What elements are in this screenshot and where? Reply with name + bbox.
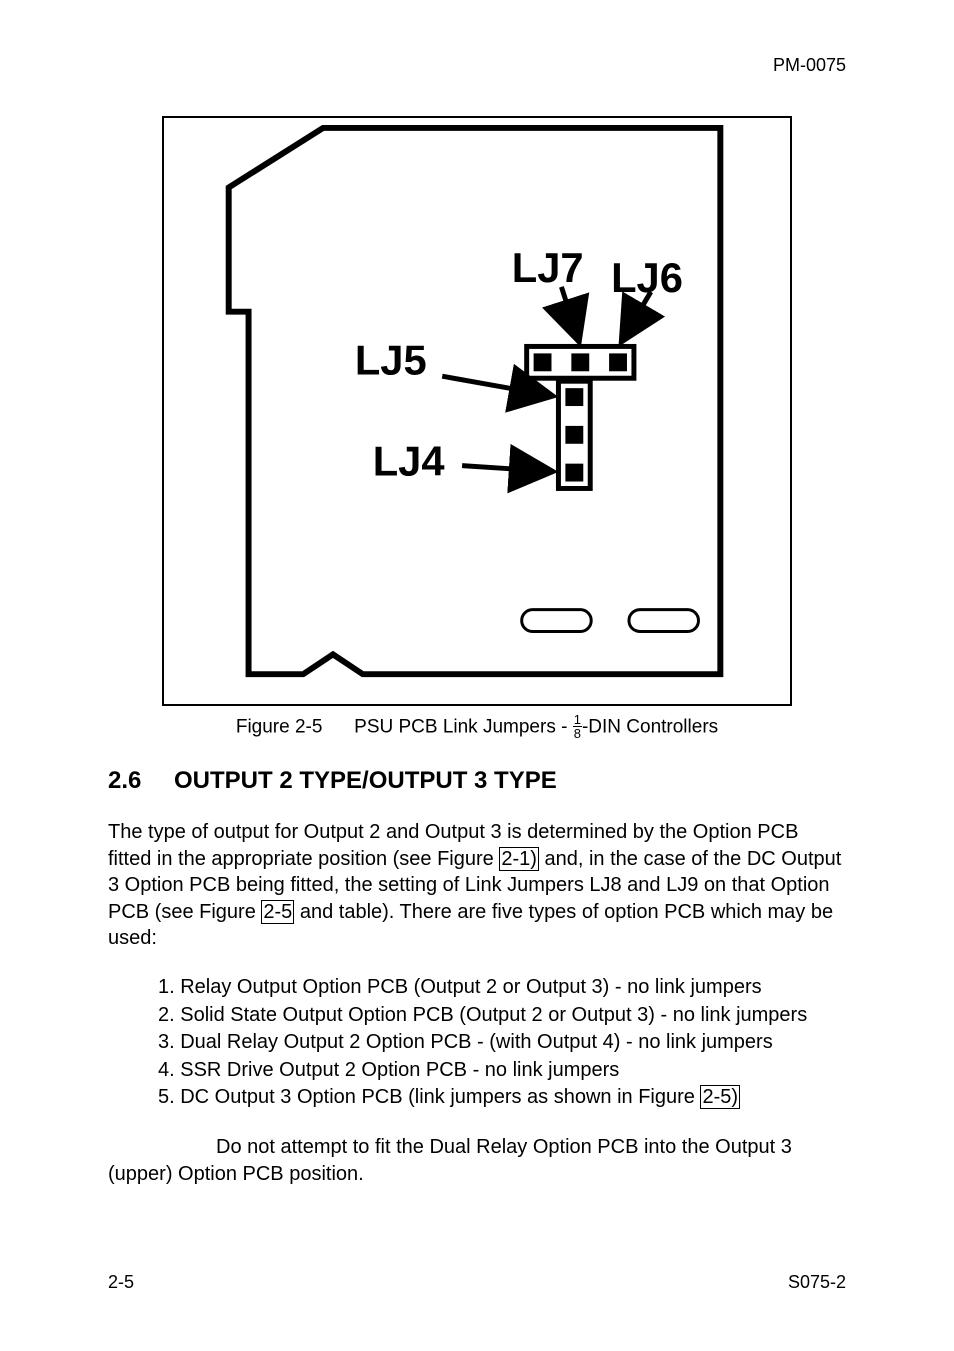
page-footer: 2-5 S075-2 [108, 1272, 846, 1293]
svg-text:LJ6: LJ6 [611, 254, 683, 301]
footer-left: 2-5 [108, 1272, 134, 1293]
figure-ref-2-5[interactable]: 2-5 [261, 900, 294, 924]
figure-number: Figure 2-5 [236, 717, 323, 738]
list-item: 2. Solid State Output Option PCB (Output… [158, 1002, 846, 1030]
list-item: 3. Dual Relay Output 2 Option PCB - (wit… [158, 1029, 846, 1057]
figure-ref-2-1[interactable]: 2-1) [499, 847, 539, 871]
section-title: OUTPUT 2 TYPE/OUTPUT 3 TYPE [174, 767, 557, 794]
figure-caption: Figure 2-5 PSU PCB Link Jumpers - 18-DIN… [108, 714, 846, 741]
section-number: 2.6 [108, 767, 174, 795]
list-item: 1. Relay Output Option PCB (Output 2 or … [158, 974, 846, 1002]
figure-caption-text-a: PSU PCB Link Jumpers - [354, 717, 573, 738]
figure-2-5: LJ7 LJ6 LJ5 LJ4 [162, 116, 792, 706]
svg-text:LJ4: LJ4 [373, 438, 445, 485]
svg-text:LJ7: LJ7 [512, 244, 584, 291]
list-item: 4. SSR Drive Output 2 Option PCB - no li… [158, 1057, 846, 1085]
section-heading: 2.6OUTPUT 2 TYPE/OUTPUT 3 TYPE [108, 767, 846, 795]
svg-text:LJ5: LJ5 [355, 336, 427, 383]
option-list: 1. Relay Output Option PCB (Output 2 or … [158, 974, 846, 1112]
footer-right: S075-2 [788, 1272, 846, 1293]
figure-caption-text-b: -DIN Controllers [582, 717, 718, 738]
note-paragraph: Do not attempt to fit the Dual Relay Opt… [108, 1134, 846, 1187]
list-item: 5. DC Output 3 Option PCB (link jumpers … [158, 1084, 846, 1112]
body-paragraph: The type of output for Output 2 and Outp… [108, 819, 846, 952]
psu-pcb-diagram: LJ7 LJ6 LJ5 LJ4 [164, 118, 790, 704]
fraction-one-eighth: 18 [573, 713, 582, 740]
figure-ref-2-5b[interactable]: 2-5) [700, 1085, 740, 1109]
doc-id: PM-0075 [108, 55, 846, 76]
